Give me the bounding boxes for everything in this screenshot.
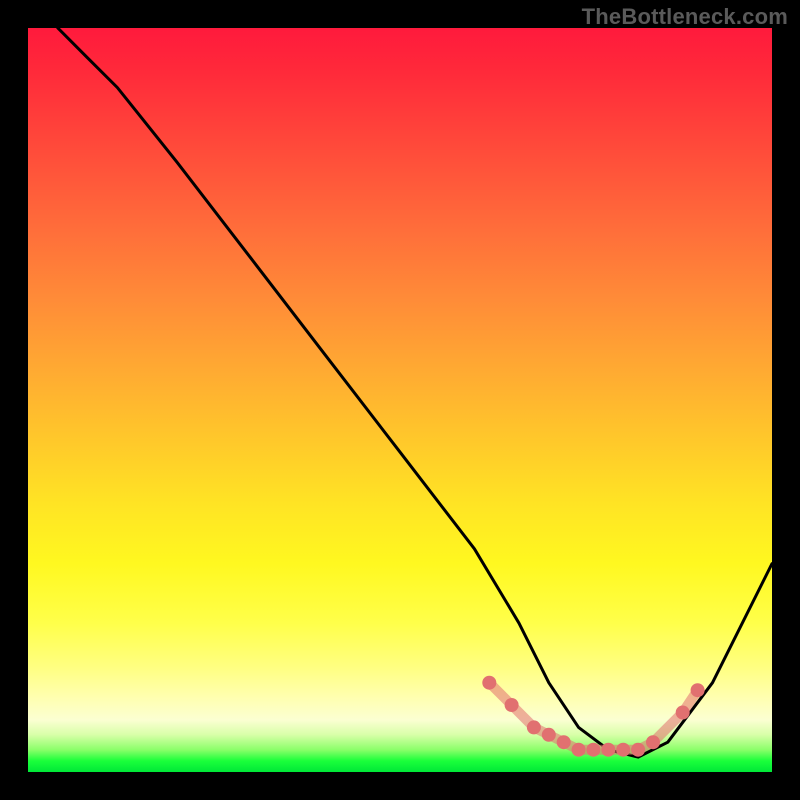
black-curve bbox=[58, 28, 772, 757]
chart-frame: TheBottleneck.com bbox=[0, 0, 800, 800]
plot-area bbox=[28, 28, 772, 772]
chart-svg bbox=[28, 28, 772, 772]
salmon-dots bbox=[482, 676, 704, 757]
watermark-text: TheBottleneck.com bbox=[582, 4, 788, 30]
